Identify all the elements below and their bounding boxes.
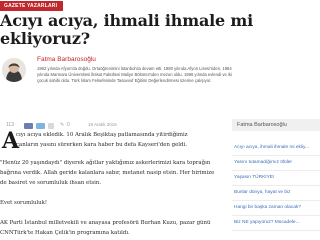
twitter-share-icon[interactable]: [36, 123, 45, 129]
sidebar-list: Acıyı acıya, ihmali ihmale mi ekliy... Y…: [232, 141, 320, 231]
category-badge[interactable]: GAZETE YAZARLARI: [0, 1, 64, 11]
more-share-icon[interactable]: [48, 123, 54, 129]
sidebar-article-link[interactable]: Yasını tutamadığımız ölüler: [232, 156, 320, 171]
paragraph-4: AK Parti İstanbul milletvekili ve anayas…: [0, 220, 211, 236]
sidebar-article-link[interactable]: Yaşasın TÜRKİYE!: [232, 171, 320, 186]
author-portrait-icon: [2, 58, 26, 82]
author-name[interactable]: Fatma Barbarosoğlu: [37, 56, 96, 63]
paragraph-2: "Henüz 20 yaşındaydı" diyerek ağıtlar ya…: [0, 160, 215, 186]
title-line-2: ekliyoruz?: [0, 29, 90, 48]
title-line-1: Acıyı acıya, ihmali ihmale mi: [0, 11, 253, 30]
author-section: Fatma Barbarosoğlu 1962 yılında Afyon'da…: [0, 56, 240, 106]
paragraph-1-line-2: canların yasını sürerken kara haber bu d…: [16, 142, 187, 148]
paragraph-1-line-1: cıyı acıya ekledik. 10 Aralık Beşiktaş p…: [16, 132, 188, 138]
comment-icon[interactable]: ✎: [60, 122, 64, 128]
author-bio: 1962 yılında Afyon'da doğdu. Ortaöğrenim…: [37, 66, 232, 83]
sidebar-article-link[interactable]: Bunlar dünya, hayat ve biz: [232, 186, 320, 201]
author-other-articles: Fatma Barbarosoğlu Acıyı acıya, ihmali i…: [232, 119, 320, 240]
comment-count: 0: [67, 122, 70, 128]
author-avatar[interactable]: [2, 58, 26, 82]
sidebar-article-link[interactable]: Biz NE yapıyoruz? Mücadele...: [232, 216, 320, 231]
paragraph-3: Evet sorumluluk!: [0, 200, 48, 206]
facebook-share-icon[interactable]: [24, 123, 33, 129]
sidebar-article-link[interactable]: Acıyı acıya, ihmali ihmale mi ekliy...: [232, 141, 320, 156]
article-title: Acıyı acıya, ihmali ihmale mi ekliyoruz?: [0, 12, 320, 48]
sidebar-header: Fatma Barbarosoğlu: [232, 119, 320, 131]
sidebar-article-link[interactable]: Hangi bir başka zaman olacak?: [232, 201, 320, 216]
article-date: 19 Aralık 2016: [88, 122, 117, 127]
